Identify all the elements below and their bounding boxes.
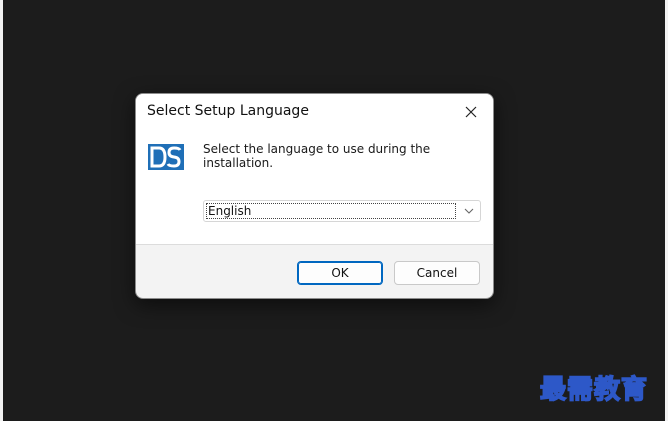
ds-logo-icon: [148, 144, 184, 170]
setup-language-dialog: Select Setup Language Select the languag…: [135, 93, 494, 299]
title-bar[interactable]: Select Setup Language: [136, 94, 493, 130]
close-button[interactable]: [449, 94, 493, 130]
dialog-title: Select Setup Language: [147, 103, 309, 119]
instruction-text: Select the language to use during the in…: [203, 142, 431, 170]
screen-edge-left: [0, 0, 3, 421]
cancel-button[interactable]: Cancel: [394, 261, 480, 285]
chevron-down-icon: [464, 208, 474, 214]
dialog-content: Select the language to use during the in…: [136, 130, 493, 244]
footer-divider: [136, 244, 493, 245]
close-icon: [465, 106, 477, 118]
language-select[interactable]: English: [203, 200, 481, 222]
language-select-value: English: [206, 203, 456, 219]
ok-button[interactable]: OK: [297, 261, 383, 285]
language-select-arrow[interactable]: [460, 204, 478, 218]
watermark-text: 最需教育: [539, 374, 649, 406]
